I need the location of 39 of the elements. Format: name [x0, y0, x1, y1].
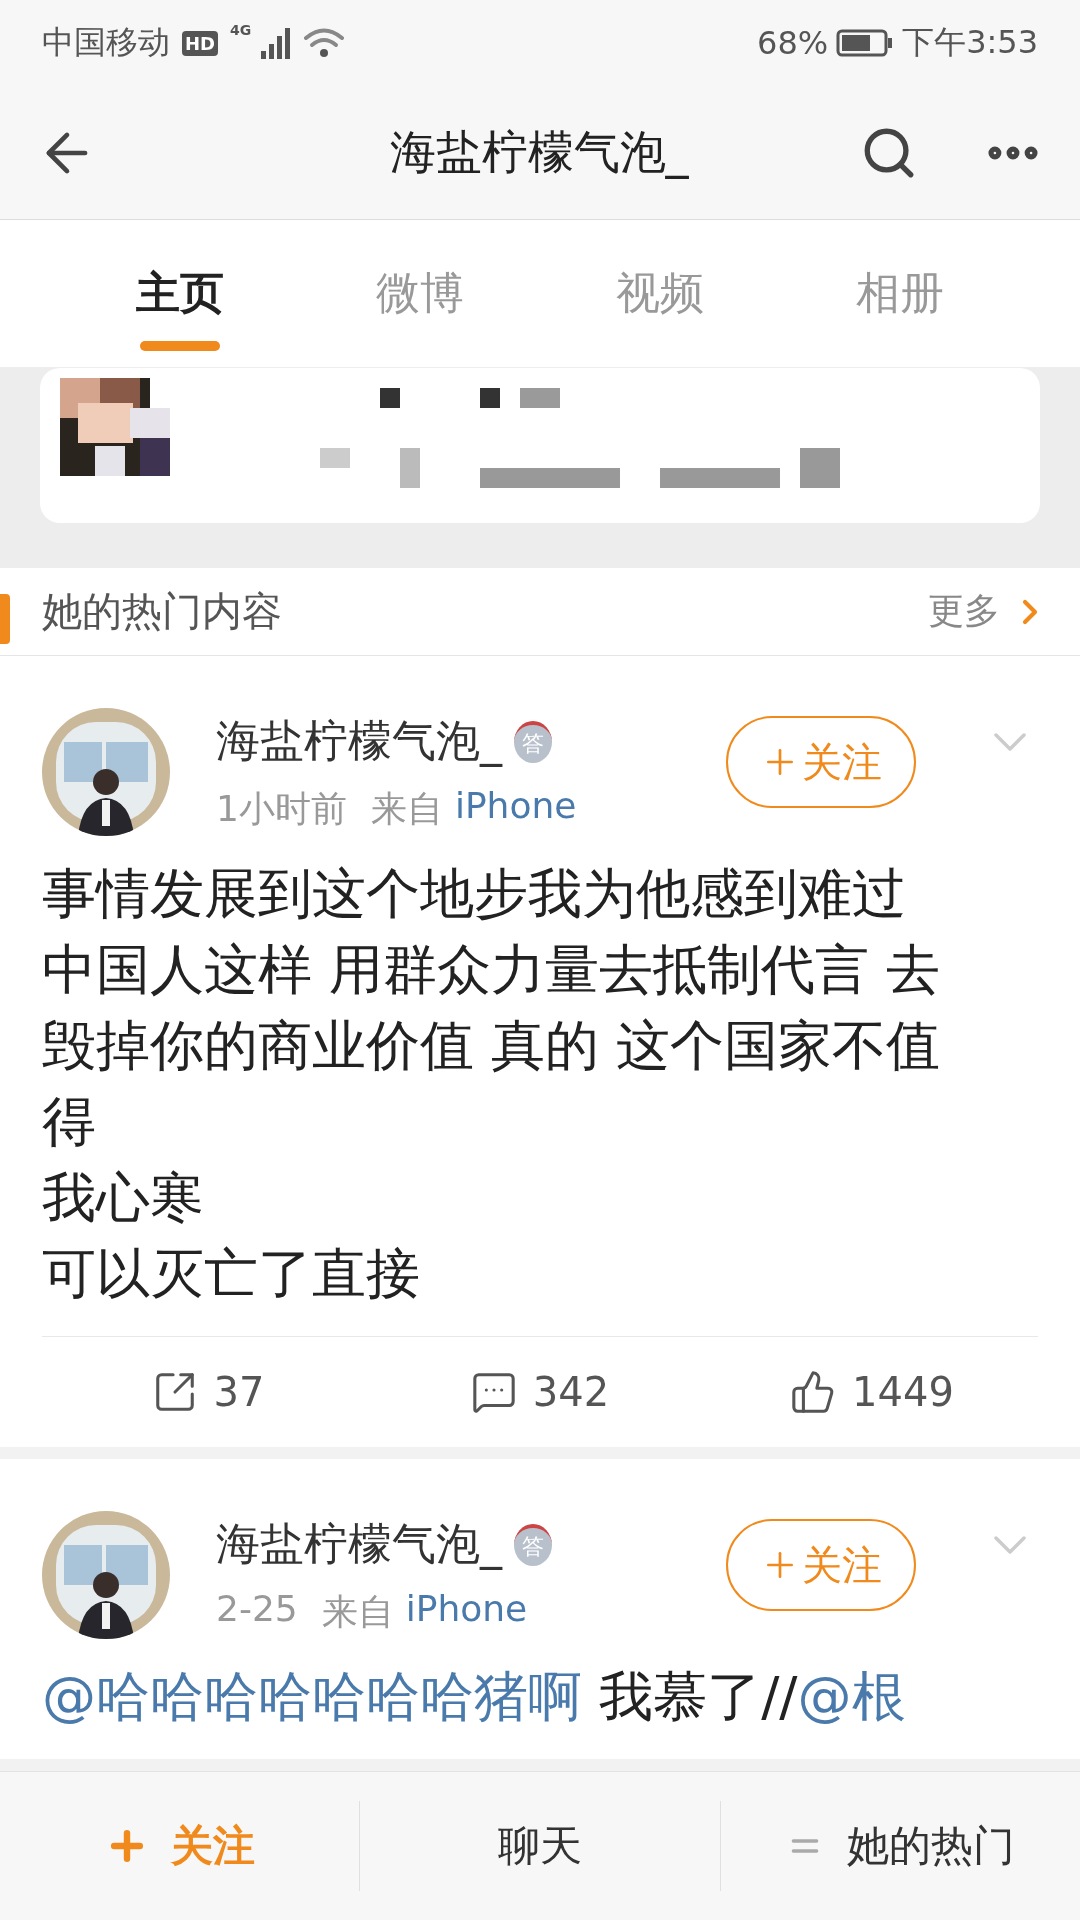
- post-time: 2-25: [216, 1588, 298, 1631]
- hot-posts-tab[interactable]: 她的热门: [720, 1796, 1080, 1896]
- author-name[interactable]: 海盐柠檬气泡_: [216, 712, 502, 771]
- medal-badge: 答: [514, 1523, 552, 1566]
- post-text: 事情发展到这个地步我为他感到难过中国人这样 用群众力量去抵制代言 去毁掉你的商业价值 真的 这个国家不值得: [42, 861, 942, 1155]
- profile-tab[interactable]: 微博: [300, 220, 540, 367]
- post-text: 我心寒: [42, 1165, 205, 1231]
- source-link[interactable]: iPhone: [405, 1588, 528, 1637]
- mention-link[interactable]: @哈哈哈哈哈哈哈猪啊: [42, 1665, 582, 1728]
- network-type: 4G: [230, 22, 252, 38]
- profile-tab[interactable]: 主页: [60, 220, 300, 367]
- source-label: 来自: [370, 787, 443, 831]
- like-button[interactable]: 1449: [706, 1352, 1038, 1432]
- repost-button[interactable]: 37: [42, 1352, 374, 1432]
- source-link[interactable]: iPhone: [454, 785, 577, 834]
- more-link[interactable]: 更多: [928, 587, 1050, 636]
- wifi-icon: [303, 26, 346, 60]
- section-title: 她的热门内容: [42, 587, 283, 636]
- profile-tab[interactable]: 视频: [540, 220, 780, 367]
- hd-badge: HD: [182, 30, 218, 56]
- battery-icon: [836, 28, 895, 58]
- post-time: 1小时前: [216, 787, 347, 831]
- page-title: 海盐柠檬气泡_: [388, 123, 690, 181]
- follow-tab[interactable]: 关注: [0, 1796, 360, 1896]
- source-label: 来自: [321, 1590, 394, 1634]
- chat-tab[interactable]: 聊天: [360, 1796, 720, 1896]
- mention-link[interactable]: @根: [797, 1665, 906, 1728]
- comment-button[interactable]: 342: [374, 1352, 706, 1432]
- medal-badge: 答: [514, 720, 552, 763]
- battery-percent: 68%: [757, 24, 829, 62]
- clock-time: 下午3:53: [902, 22, 1038, 63]
- carrier-name: 中国移动: [42, 22, 170, 63]
- profile-tab[interactable]: 相册: [780, 220, 1020, 367]
- section-marker: [0, 594, 10, 644]
- follow-button[interactable]: 关注: [726, 716, 916, 808]
- post-text: 可以灭亡了直接: [42, 1241, 421, 1307]
- author-name[interactable]: 海盐柠檬气泡_: [216, 1515, 502, 1574]
- post-text: @哈哈哈哈哈哈哈猪啊 我慕了//@根: [42, 1664, 907, 1730]
- follow-button[interactable]: 关注: [726, 1519, 916, 1611]
